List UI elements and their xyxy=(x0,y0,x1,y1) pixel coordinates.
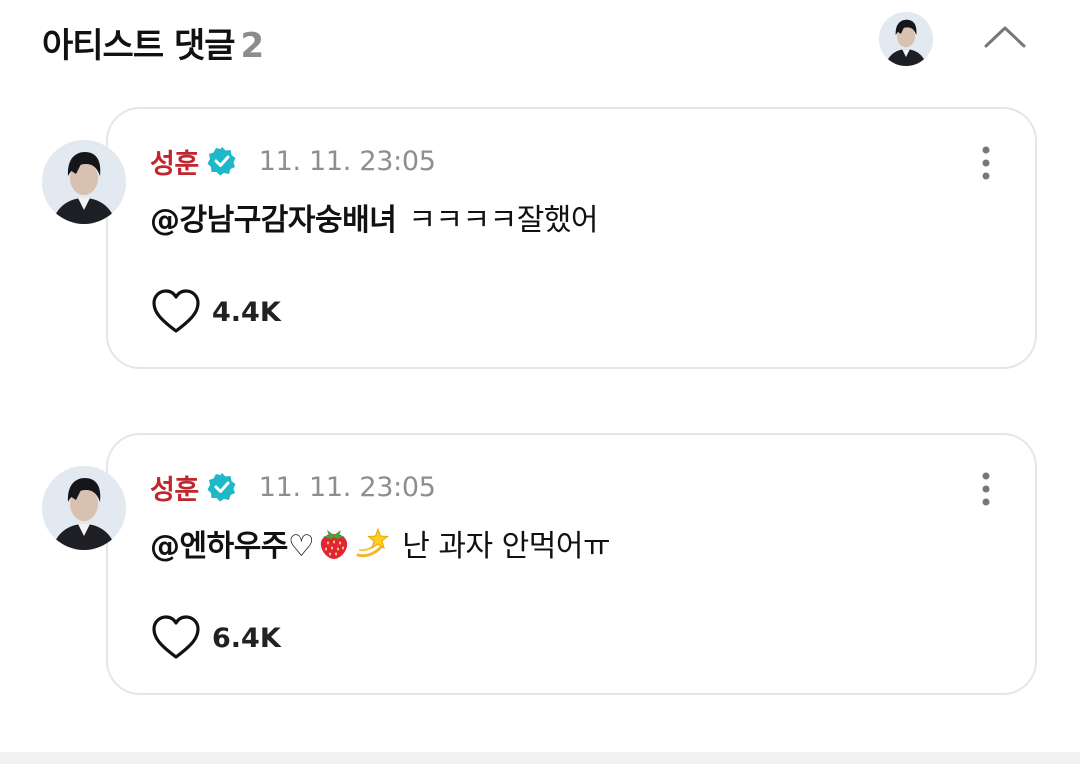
comment-timestamp: 11. 11. 23:05 xyxy=(258,471,436,503)
comment-bubble: 성훈 11. 11. 23:05 @엔하우주♡ 난 과자 안먹어ㅠ 6.4K xyxy=(106,433,1037,695)
comment-meta: 성훈 11. 11. 23:05 xyxy=(150,468,436,507)
avatar-image xyxy=(42,140,126,224)
verified-badge-icon xyxy=(207,147,236,176)
comment-timestamp: 11. 11. 23:05 xyxy=(258,145,436,177)
more-options-button[interactable] xyxy=(968,145,1004,181)
author-name[interactable]: 성훈 xyxy=(150,142,199,181)
like-count: 6.4K xyxy=(212,622,281,654)
verified-badge-icon xyxy=(207,473,236,502)
mention-link[interactable]: @강남구감자숭배녀 xyxy=(150,195,397,239)
section-header: 아티스트 댓글 2 xyxy=(0,0,1080,80)
comment-meta: 성훈 11. 11. 23:05 xyxy=(150,142,436,181)
comment-body: @엔하우주♡ 난 과자 안먹어ㅠ xyxy=(150,521,611,565)
more-vertical-icon xyxy=(982,146,990,180)
section-title-text: 아티스트 댓글 xyxy=(42,26,236,66)
comment-item: 성훈 11. 11. 23:05 @강남구감자숭배녀 ㅋㅋㅋㅋ잘했어 4.4K xyxy=(0,107,1080,369)
section-divider xyxy=(0,752,1080,764)
artist-comments-panel: 아티스트 댓글 2 성훈 11. 11. 23:05 @강남구감자숭배녀 ㅋㅋㅋ… xyxy=(0,0,1080,764)
avatar-image xyxy=(879,12,933,66)
comment-item: 성훈 11. 11. 23:05 @엔하우주♡ 난 과자 안먹어ㅠ 6.4K xyxy=(0,433,1080,695)
comment-body: @강남구감자숭배녀 ㅋㅋㅋㅋ잘했어 xyxy=(150,195,599,239)
mention-link[interactable]: @엔하우주♡ xyxy=(150,521,315,565)
collapse-button[interactable] xyxy=(980,18,1030,58)
chevron-up-icon xyxy=(984,26,1026,48)
author-name[interactable]: 성훈 xyxy=(150,468,199,507)
section-title: 아티스트 댓글 2 xyxy=(42,18,265,67)
comment-text: 난 과자 안먹어ㅠ xyxy=(402,529,611,564)
comment-bubble: 성훈 11. 11. 23:05 @강남구감자숭배녀 ㅋㅋㅋㅋ잘했어 4.4K xyxy=(106,107,1037,369)
like-count: 4.4K xyxy=(212,296,281,328)
comment-text: ㅋㅋㅋㅋ잘했어 xyxy=(408,203,599,238)
like-row: 4.4K xyxy=(150,287,281,337)
more-vertical-icon xyxy=(982,472,990,506)
dizzy-star-emoji xyxy=(354,525,390,561)
heart-icon[interactable] xyxy=(150,287,202,337)
avatar-image xyxy=(42,466,126,550)
comment-count: 2 xyxy=(240,26,265,66)
strawberry-emoji xyxy=(316,525,352,561)
author-avatar[interactable] xyxy=(42,466,126,550)
heart-icon[interactable] xyxy=(150,613,202,663)
author-avatar[interactable] xyxy=(42,140,126,224)
artist-avatar[interactable] xyxy=(879,12,933,66)
more-options-button[interactable] xyxy=(968,471,1004,507)
like-row: 6.4K xyxy=(150,613,281,663)
